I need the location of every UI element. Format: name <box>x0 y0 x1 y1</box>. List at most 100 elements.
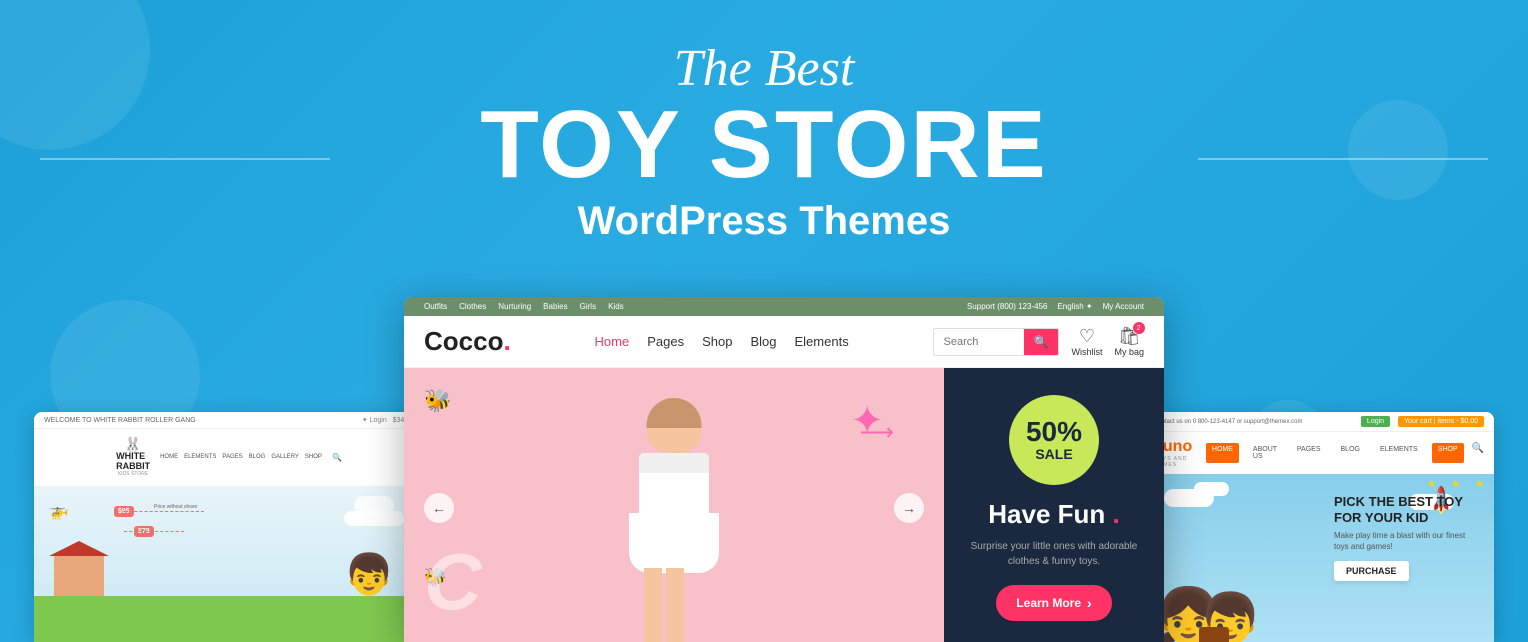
cocco-nav-pages[interactable]: Pages <box>647 334 684 349</box>
wr-kid-figure: 👦 <box>344 551 394 598</box>
wr-nav-blog[interactable]: BLOG <box>249 454 266 460</box>
cocco-top-girls[interactable]: Girls <box>580 302 596 311</box>
hero-description: Surprise your little ones with adorable … <box>964 539 1144 569</box>
cocco-hero-right: 50% SALE Have Fun . Surprise your little… <box>944 368 1164 642</box>
bag-icon-wrapper: 🛍 2 <box>1118 326 1141 347</box>
cocco-nav-home[interactable]: Home <box>595 334 630 349</box>
juno-header: Juno TOYS AND GAMES HOME ABOUT US PAGES … <box>1144 432 1494 474</box>
juno-cart-button[interactable]: Your cart | items - $0.00 <box>1398 416 1484 427</box>
cocco-wishlist-label: Wishlist <box>1071 347 1102 357</box>
cocco-nav-elements[interactable]: Elements <box>795 334 849 349</box>
juno-rest-name: uno <box>1163 438 1192 455</box>
cocco-top-outfits[interactable]: Outfits <box>424 302 447 311</box>
cocco-top-nurturing[interactable]: Nurturing <box>498 302 531 311</box>
wr-search-icon[interactable]: 🔍 <box>332 453 342 462</box>
juno-topbar: Contact us on 0 800-123-4147 or support@… <box>1144 412 1494 432</box>
cart-badge: 2 <box>1133 322 1145 334</box>
juno-hero-text: PICK THE BEST TOY FOR YOUR KID Make play… <box>1334 494 1474 581</box>
subtitle-wp-themes: WordPress Themes <box>0 199 1528 244</box>
juno-nav-shop[interactable]: SHOP <box>1432 443 1464 463</box>
wr-price-line1 <box>124 511 204 512</box>
wr-house <box>54 556 104 596</box>
learn-more-button[interactable]: Learn More › <box>996 585 1111 621</box>
cocco-top-clothes[interactable]: Clothes <box>459 302 486 311</box>
juno-hero: ★ ★ ★ 🚀 👧 👦 PICK THE BEST TOY FOR YOUR K… <box>1144 474 1494 642</box>
juno-nav-pages[interactable]: PAGES <box>1291 443 1327 463</box>
cocco-hero: 🐝 🐝 ← → <box>404 368 1164 642</box>
cocco-top-kids[interactable]: Kids <box>608 302 624 311</box>
cocco-topbar: Outfits Clothes Nurturing Babies Girls K… <box>404 297 1164 316</box>
cocco-search-box: 🔍 <box>933 328 1060 356</box>
juno-suitcase <box>1199 627 1229 642</box>
hero-prev-button[interactable]: ← <box>424 493 454 523</box>
arrow-icon: › <box>1087 595 1092 611</box>
juno-topbar-btns: Login Your cart | items - $0.00 <box>1361 416 1484 427</box>
rabbit-icon: 🐰 <box>124 437 141 452</box>
girl-leg-left <box>644 568 662 642</box>
wr-subtitle: KIDS STORE <box>118 472 148 478</box>
wr-nav-shop[interactable]: SHOP <box>305 454 322 460</box>
cocco-logo-dot: . <box>503 326 510 356</box>
juno-nav-about[interactable]: ABOUT US <box>1247 443 1283 463</box>
cocco-search-area: 🔍 ♡ Wishlist 🛍 2 My bag <box>933 326 1144 357</box>
screenshot-white-rabbit: WELCOME TO WHITE RABBIT ROLLER GANG ✦ Lo… <box>34 412 424 642</box>
cocco-bag-label: My bag <box>1114 347 1144 357</box>
learn-more-label: Learn More <box>1016 596 1081 610</box>
juno-search-icon[interactable]: 🔍 <box>1472 443 1484 463</box>
juno-login-button[interactable]: Login <box>1361 416 1390 427</box>
juno-hero-headline: PICK THE BEST TOY FOR YOUR KID <box>1334 494 1474 525</box>
girl-figure <box>614 398 734 642</box>
wr-topbar: WELCOME TO WHITE RABBIT ROLLER GANG ✦ Lo… <box>34 412 424 429</box>
juno-nav-elements[interactable]: ELEMENTS <box>1374 443 1424 463</box>
cocco-nav-shop[interactable]: Shop <box>702 334 732 349</box>
cocco-wishlist[interactable]: ♡ Wishlist <box>1071 326 1102 357</box>
girl-dress <box>639 453 709 573</box>
heart-icon: ♡ <box>1079 326 1095 347</box>
cocco-logo: Cocco. <box>424 326 511 357</box>
juno-nav-home[interactable]: HOME <box>1206 443 1239 463</box>
arrow-decoration: ⟶ <box>860 418 894 447</box>
girl-photo <box>574 378 774 642</box>
sale-text: SALE <box>1035 446 1072 462</box>
headline-dot: . <box>1113 499 1120 529</box>
girl-hair <box>647 398 702 428</box>
juno-hero-subline: Make play time a blast with our finest t… <box>1334 530 1474 552</box>
juno-nav-blog[interactable]: BLOG <box>1335 443 1366 463</box>
cocco-my-account[interactable]: My Account <box>1103 302 1144 311</box>
screenshots-container: WELCOME TO WHITE RABBIT ROLLER GANG ✦ Lo… <box>0 297 1528 642</box>
cocco-header: Cocco. Home Pages Shop Blog Elements 🔍 ♡… <box>404 316 1164 368</box>
cocco-search-input[interactable] <box>934 330 1024 354</box>
girl-leg-right <box>666 568 684 642</box>
screenshot-cocco: Outfits Clothes Nurturing Babies Girls K… <box>404 297 1164 642</box>
cocco-nav-blog[interactable]: Blog <box>750 334 776 349</box>
cocco-top-babies[interactable]: Babies <box>543 302 567 311</box>
cocco-search-button[interactable]: 🔍 <box>1024 329 1059 355</box>
dress-skirt <box>629 513 719 573</box>
cocco-topbar-nav: Outfits Clothes Nurturing Babies Girls K… <box>424 302 624 311</box>
wr-helicopter-icon: 🚁 <box>49 501 69 521</box>
cocco-nav: Home Pages Shop Blog Elements <box>595 334 849 349</box>
title-toy-store: TOY STORE <box>0 97 1528 193</box>
hero-headline: Have Fun . <box>988 501 1119 527</box>
wr-nav-home[interactable]: HOME <box>160 454 178 460</box>
juno-contact-text: Contact us on 0 800-123-4147 or support@… <box>1154 419 1303 425</box>
cocco-language[interactable]: English ✦ <box>1057 302 1092 311</box>
wr-label1: Price without shoes <box>154 504 197 510</box>
juno-cloud2 <box>1194 482 1229 496</box>
wr-logo: 🐰 WHITERABBIT KIDS STORE <box>116 437 150 478</box>
wr-nav-pages[interactable]: PAGES <box>222 454 242 460</box>
cocco-support-text: Support (800) 123-456 <box>967 302 1048 311</box>
wr-price-line2 <box>124 531 184 532</box>
hero-next-button[interactable]: → <box>894 493 924 523</box>
wr-nav-gallery[interactable]: GALLERY <box>271 454 299 460</box>
subtitle-the-best: The Best <box>0 40 1528 97</box>
juno-star3: ★ <box>1475 479 1484 490</box>
cocco-hero-left: 🐝 🐝 ← → <box>404 368 944 642</box>
wr-nav-elements[interactable]: ELEMENTS <box>184 454 216 460</box>
cocco-bag[interactable]: 🛍 2 My bag <box>1114 326 1144 357</box>
juno-star1: ★ <box>1427 479 1436 490</box>
juno-purchase-button[interactable]: PURCHASE <box>1334 561 1409 581</box>
bee-icon-top: 🐝 <box>424 388 451 414</box>
sale-circle: 50% SALE <box>1009 395 1099 485</box>
sale-percent: 50% <box>1026 418 1082 446</box>
